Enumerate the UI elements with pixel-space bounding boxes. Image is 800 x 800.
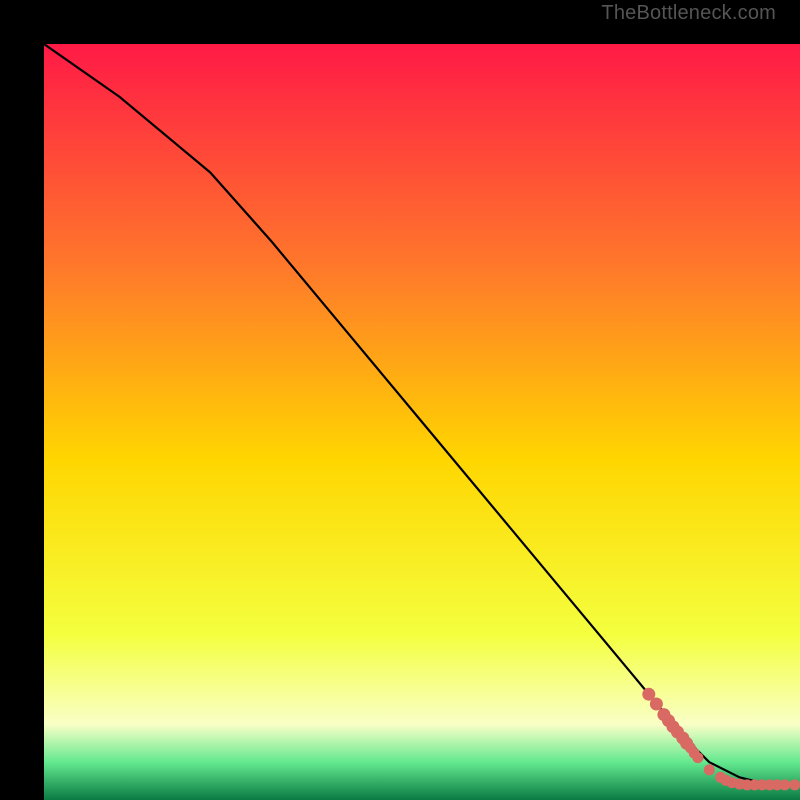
bottleneck-chart bbox=[44, 44, 800, 800]
chart-frame bbox=[22, 22, 778, 778]
data-point bbox=[704, 764, 715, 775]
data-point bbox=[692, 752, 703, 763]
data-point bbox=[789, 779, 800, 790]
data-point bbox=[650, 698, 663, 711]
attribution-label: TheBottleneck.com bbox=[601, 2, 776, 25]
data-point bbox=[779, 779, 790, 790]
